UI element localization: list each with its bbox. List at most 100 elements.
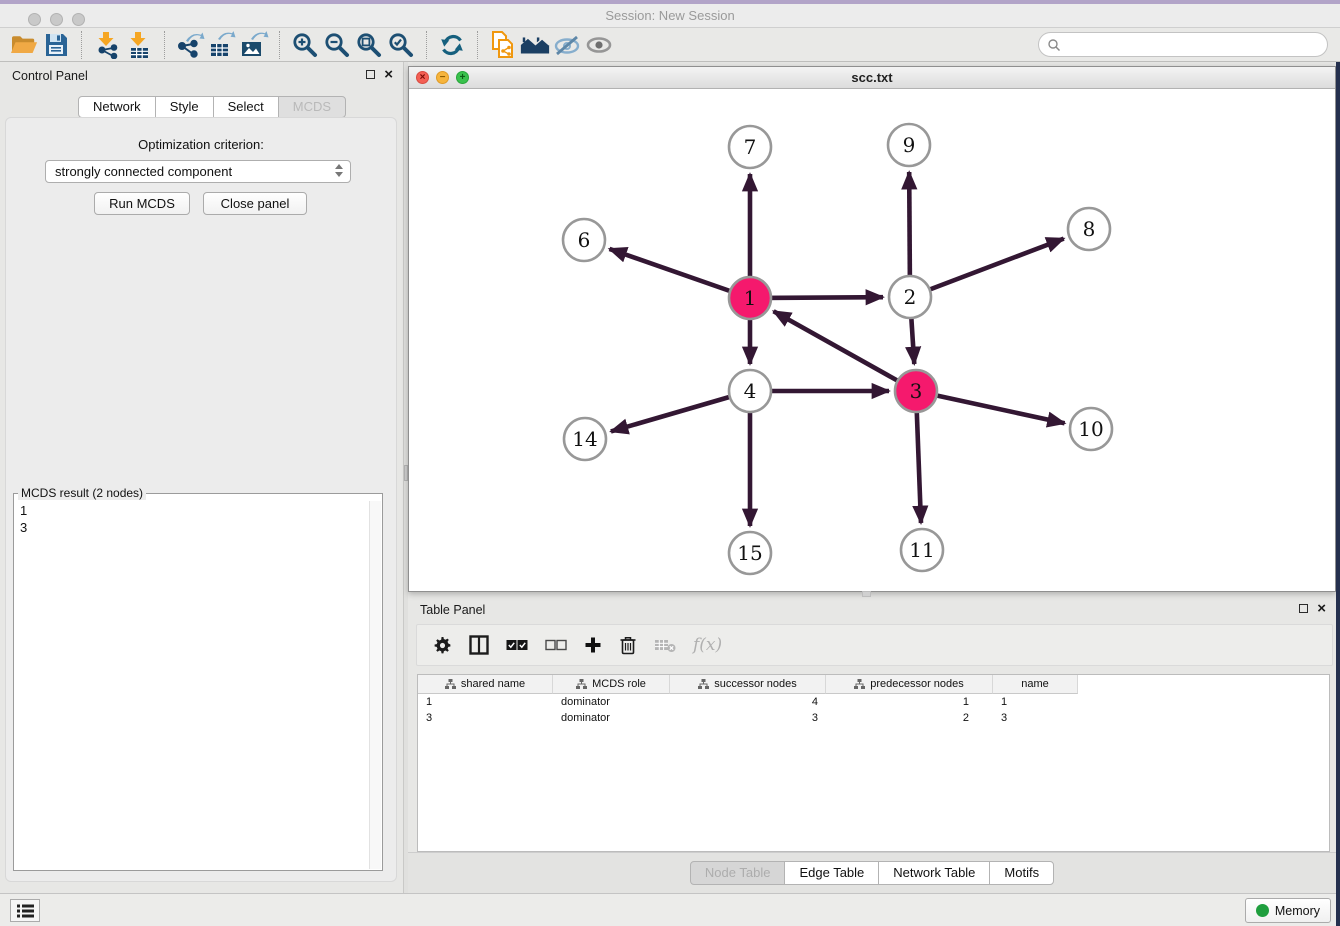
- memory-button[interactable]: Memory: [1245, 898, 1331, 923]
- result-scrollbar[interactable]: [369, 501, 381, 869]
- close-table-panel-icon[interactable]: ×: [1317, 602, 1326, 615]
- column-header-shared-name[interactable]: shared name: [418, 675, 553, 694]
- export-table-icon[interactable]: [206, 30, 238, 60]
- table-cell[interactable]: 2: [826, 710, 993, 726]
- column-header-MCDS-role[interactable]: MCDS role: [553, 675, 670, 694]
- tab-network[interactable]: Network: [78, 96, 156, 118]
- sort-tree-icon: [698, 679, 709, 689]
- table-tabstrip: Node Table Edge Table Network Table Moti…: [408, 852, 1336, 893]
- toolbar-separator: [426, 31, 427, 59]
- table-cell[interactable]: 1: [418, 694, 553, 710]
- table-cell[interactable]: 1: [993, 694, 1078, 710]
- table-settings-gear-icon[interactable]: [433, 636, 452, 655]
- mcds-result-text: 1 3: [20, 502, 27, 536]
- optimization-criterion-select[interactable]: strongly connected component: [45, 160, 351, 183]
- toolbar-separator: [164, 31, 165, 59]
- network-window-titlebar[interactable]: × − + scc.txt: [409, 67, 1335, 89]
- graph-node-label: 3: [910, 379, 923, 403]
- zoom-selected-icon[interactable]: [385, 30, 417, 60]
- column-header-predecessor-nodes[interactable]: predecessor nodes: [826, 675, 993, 694]
- float-table-panel-icon[interactable]: [1299, 604, 1308, 613]
- graph-edge-3-1[interactable]: [774, 311, 916, 391]
- network-window: × − + scc.txt 7968124314101511: [408, 66, 1336, 592]
- float-panel-icon[interactable]: [366, 70, 375, 79]
- zoom-out-icon[interactable]: [321, 30, 353, 60]
- tab-node-table[interactable]: Node Table: [690, 861, 786, 885]
- graph-node-label: 7: [744, 135, 757, 159]
- desktop-wallpaper-strip: [1336, 62, 1340, 926]
- table-cell[interactable]: 3: [670, 710, 826, 726]
- table-row[interactable]: 3dominator323: [418, 710, 1329, 726]
- table-cell[interactable]: 3: [418, 710, 553, 726]
- titlebar: Session: New Session: [0, 4, 1340, 28]
- close-panel-icon[interactable]: ×: [384, 68, 393, 81]
- column-header-name[interactable]: name: [993, 675, 1078, 694]
- unselect-all-columns-icon[interactable]: [545, 639, 567, 651]
- graph-edge-1-6[interactable]: [609, 249, 750, 298]
- graph-node-label: 2: [904, 285, 917, 309]
- zoom-in-icon[interactable]: [289, 30, 321, 60]
- sort-tree-icon: [445, 679, 456, 689]
- toolbar-separator: [279, 31, 280, 59]
- table-cell[interactable]: dominator: [553, 710, 670, 726]
- tab-motifs[interactable]: Motifs: [989, 861, 1054, 885]
- clone-network-icon[interactable]: [487, 30, 519, 60]
- delete-table-icon: [654, 637, 676, 653]
- application-window: Session: New Session: [0, 0, 1340, 926]
- run-mcds-button[interactable]: Run MCDS: [94, 192, 190, 215]
- task-history-button[interactable]: [10, 899, 40, 922]
- save-session-icon[interactable]: [40, 30, 72, 60]
- refresh-icon[interactable]: [436, 30, 468, 60]
- tab-select[interactable]: Select: [213, 96, 279, 118]
- graph-node-label: 1: [744, 286, 757, 310]
- tab-style[interactable]: Style: [155, 96, 214, 118]
- zoom-fit-icon[interactable]: [353, 30, 385, 60]
- control-panel: Control Panel × Network Style Select MCD…: [0, 62, 403, 893]
- graph-node-label: 10: [1078, 417, 1103, 441]
- network-canvas[interactable]: 7968124314101511: [409, 89, 1335, 592]
- network-window-title: scc.txt: [409, 67, 1335, 89]
- import-network-icon[interactable]: [91, 30, 123, 60]
- tab-mcds[interactable]: MCDS: [278, 96, 346, 118]
- graph-node-label: 9: [903, 133, 916, 157]
- table-row[interactable]: 1dominator411: [418, 694, 1329, 710]
- control-panel-tabs: Network Style Select MCDS: [78, 96, 346, 118]
- search-input[interactable]: [1061, 37, 1327, 53]
- delete-column-trash-icon[interactable]: [619, 635, 637, 655]
- first-neighbors-icon[interactable]: [519, 30, 551, 60]
- control-panel-title: Control Panel: [12, 62, 88, 90]
- graph-node-label: 8: [1083, 217, 1096, 241]
- table-cell[interactable]: 3: [993, 710, 1078, 726]
- table-cell[interactable]: 1: [826, 694, 993, 710]
- main-toolbar: [0, 28, 1340, 62]
- graph-edge-3-10[interactable]: [916, 391, 1065, 423]
- show-all-eye-icon[interactable]: [583, 30, 615, 60]
- table-header-row: shared nameMCDS rolesuccessor nodesprede…: [418, 675, 1329, 694]
- graph-node-label: 4: [744, 379, 757, 403]
- export-network-icon[interactable]: [174, 30, 206, 60]
- select-stepper-icon: [335, 164, 343, 177]
- search-field[interactable]: [1038, 32, 1328, 57]
- select-all-columns-icon[interactable]: [506, 639, 528, 651]
- mcds-result-legend: MCDS result (2 nodes): [18, 486, 146, 500]
- export-image-icon[interactable]: [238, 30, 270, 60]
- column-header-successor-nodes[interactable]: successor nodes: [670, 675, 826, 694]
- table-panel-title: Table Panel: [420, 596, 485, 624]
- function-builder-icon: f(x): [693, 635, 722, 655]
- graph-node-label: 15: [737, 541, 762, 565]
- import-table-icon[interactable]: [123, 30, 155, 60]
- table-cell[interactable]: 4: [670, 694, 826, 710]
- graph-edge-2-8[interactable]: [910, 239, 1064, 297]
- optimization-criterion-value: strongly connected component: [55, 164, 232, 179]
- close-panel-button[interactable]: Close panel: [203, 192, 307, 215]
- table-cell[interactable]: dominator: [553, 694, 670, 710]
- tab-network-table[interactable]: Network Table: [878, 861, 990, 885]
- tab-edge-table[interactable]: Edge Table: [784, 861, 879, 885]
- show-columns-icon[interactable]: [469, 635, 489, 655]
- graph-node-label: 6: [578, 228, 591, 252]
- toolbar-separator: [477, 31, 478, 59]
- open-file-icon[interactable]: [8, 30, 40, 60]
- node-table: shared nameMCDS rolesuccessor nodesprede…: [417, 674, 1330, 852]
- hide-selected-eye-icon[interactable]: [551, 30, 583, 60]
- create-column-plus-icon[interactable]: [584, 636, 602, 654]
